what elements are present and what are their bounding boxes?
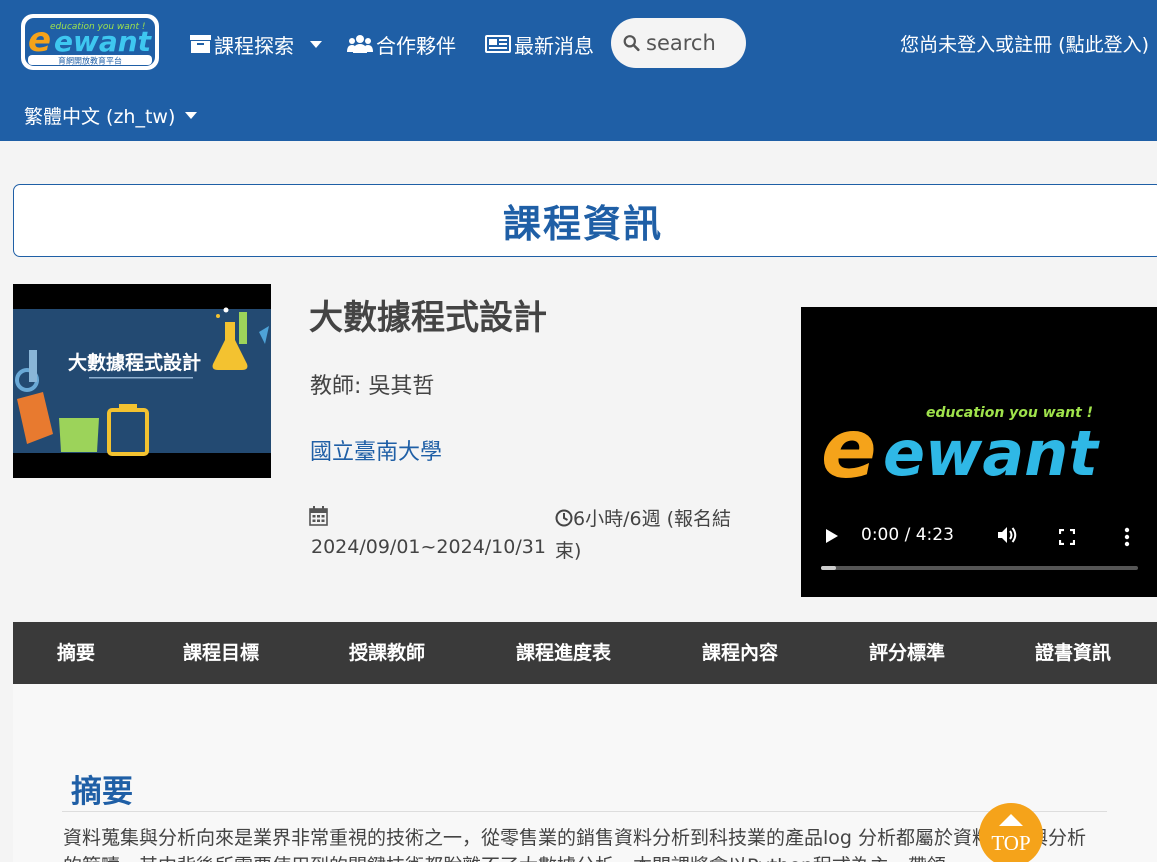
newspaper-icon <box>485 35 511 53</box>
calendar-icon <box>309 506 328 530</box>
volume-icon[interactable] <box>997 525 1019 545</box>
back-to-top-label: TOP <box>991 831 1031 855</box>
clock-icon <box>555 509 573 527</box>
top-navbar: e ewant education you want ! 育網開放教育平台 課程… <box>0 0 1157 141</box>
archive-box-icon <box>190 35 211 53</box>
fullscreen-icon[interactable] <box>1059 529 1075 545</box>
svg-text:e: e <box>28 20 51 60</box>
search-box[interactable] <box>611 18 746 68</box>
tab-course-goals[interactable]: 課程目標 <box>183 622 259 684</box>
course-teacher: 教師: 吳其哲 <box>310 374 435 399</box>
course-date-range: 2024/09/01~2024/10/31 <box>311 536 546 558</box>
tab-summary[interactable]: 摘要 <box>57 622 95 684</box>
summary-text: 資料蒐集與分析向來是業界非常重視的技術之一，從零售業的銷售資料分析到科技業的產品… <box>63 827 1087 862</box>
play-icon[interactable] <box>825 528 839 544</box>
course-duration: 6小時/6週 (報名結束) <box>555 503 755 567</box>
login-link[interactable]: 您尚未登入或註冊 (點此登入) <box>900 30 1149 57</box>
back-to-top-button[interactable]: TOP <box>979 803 1043 862</box>
tab-instructors[interactable]: 授課教師 <box>349 622 425 684</box>
video-progress-fill <box>821 566 836 570</box>
svg-text:大數據程式設計: 大數據程式設計 <box>68 351 201 374</box>
duration-text: 6小時/6週 (報名結束) <box>555 508 732 562</box>
nav-partners[interactable]: 合作夥伴 <box>347 28 456 60</box>
summary-heading: 摘要 <box>71 774 133 810</box>
tab-certificate[interactable]: 證書資訊 <box>1035 622 1111 684</box>
chevron-down-icon <box>310 40 322 48</box>
tab-grading[interactable]: 評分標準 <box>869 622 945 684</box>
page-title: 課程資訊 <box>502 202 663 246</box>
course-info-tabs: 摘要 課程目標 授課教師 課程進度表 課程內容 評分標準 證書資訊 <box>13 622 1157 684</box>
course-name: 大數據程式設計 <box>309 298 547 338</box>
nav-label: 合作夥伴 <box>376 33 456 58</box>
language-selector[interactable]: 繁體中文 (zh_tw) <box>24 102 198 129</box>
nav-label: 最新消息 <box>514 33 594 58</box>
tab-course-content[interactable]: 課程內容 <box>702 622 778 684</box>
svg-text:ewant: ewant <box>883 417 1100 490</box>
ewant-logo[interactable]: e ewant education you want ! 育網開放教育平台 <box>20 13 160 71</box>
course-school-link[interactable]: 國立臺南大學 <box>310 434 442 466</box>
video-time: 0:00 / 4:23 <box>861 525 954 545</box>
intro-video-player[interactable]: education you want ! e ewant 0:00 / 4:23 <box>801 307 1157 597</box>
nav-news[interactable]: 最新消息 <box>485 28 594 60</box>
users-icon <box>347 35 373 53</box>
video-progress-bar[interactable] <box>821 566 1138 570</box>
course-thumbnail: 大數據程式設計 <box>13 284 271 478</box>
nav-course-explore[interactable]: 課程探索 <box>190 28 322 60</box>
more-options-icon[interactable] <box>1124 527 1130 547</box>
page-title-box: 課程資訊 <box>13 184 1157 257</box>
search-input[interactable] <box>646 31 746 55</box>
nav-label: 課程探索 <box>214 33 294 58</box>
language-label: 繁體中文 (zh_tw) <box>24 106 176 128</box>
chevron-down-icon <box>185 112 198 119</box>
arrow-up-icon <box>999 814 1023 826</box>
svg-text:育網開放教育平台: 育網開放教育平台 <box>58 56 122 66</box>
svg-text:education you want !: education you want ! <box>50 22 146 32</box>
divider <box>62 811 1107 812</box>
svg-text:e: e <box>821 402 877 497</box>
search-icon <box>623 35 640 52</box>
tab-schedule[interactable]: 課程進度表 <box>516 622 611 684</box>
